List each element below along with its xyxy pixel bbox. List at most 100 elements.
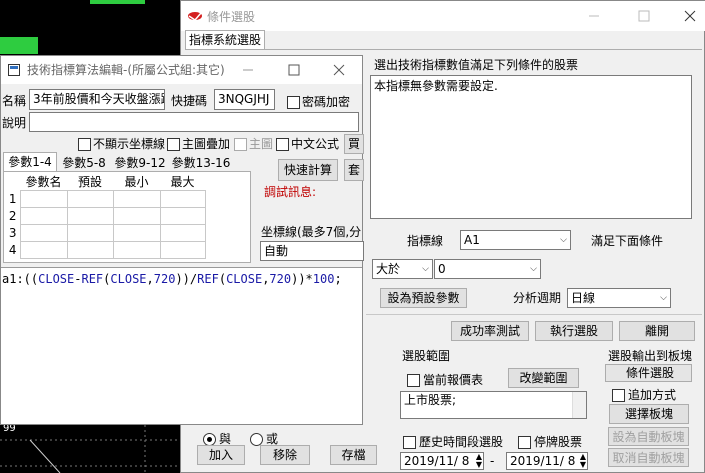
name-value: 3年前股價和今天收盤漲跌 (33, 92, 165, 106)
range-box: 上市股票; (400, 391, 587, 419)
date-to-picker[interactable]: 2019/11/ 8 ▲ ▼ (506, 452, 588, 470)
param-cell[interactable] (159, 207, 206, 225)
indicator-line-value: A1 (464, 233, 480, 247)
indicator-line-select[interactable]: A1 ⌵ (460, 230, 571, 250)
append-label: 追加方式 (628, 388, 677, 402)
execute-button[interactable]: 執行選股 (535, 321, 613, 341)
buy-button[interactable]: 買 (344, 134, 364, 154)
hide-axis-checkbox[interactable] (78, 138, 91, 151)
close-icon[interactable] (682, 8, 698, 24)
param-cell[interactable] (112, 224, 161, 242)
save-button[interactable]: 存檔 (330, 445, 377, 465)
change-range-button[interactable]: 改變範圍 (508, 368, 579, 388)
minimize-icon[interactable] (586, 8, 602, 24)
chevron-down-icon: ⌵ (422, 264, 429, 274)
param-cell[interactable] (19, 224, 68, 242)
date-from-picker[interactable]: 2019/11/ 8 ▲ ▼ (400, 452, 484, 470)
set-auto-board-button[interactable]: 設為自動板塊 (608, 427, 689, 446)
period-label: 分析週期 (513, 291, 562, 305)
param-cell[interactable] (112, 241, 161, 259)
set-default-button[interactable]: 設為預設參數 (380, 288, 467, 308)
history-checkbox[interactable] (403, 436, 416, 449)
chevron-down-icon: ⌵ (660, 293, 667, 303)
maximize-icon[interactable] (636, 8, 652, 24)
main-overlay-label: 主圖疊加 (182, 137, 231, 151)
desc-label: 說明 (2, 116, 27, 130)
maximize-icon[interactable] (286, 62, 302, 78)
remove-button[interactable]: 移除 (260, 445, 310, 465)
shortcut-value: 3NQGJHJ (218, 92, 270, 106)
row-number: 3 (8, 226, 17, 240)
scrollbar[interactable] (572, 392, 586, 418)
debug-label: 調試訊息: (264, 185, 317, 199)
close-icon[interactable] (331, 62, 347, 78)
main-chart-checkbox[interactable] (234, 138, 247, 151)
leave-button[interactable]: 離開 (619, 321, 695, 341)
password-checkbox[interactable] (287, 96, 300, 109)
tab-indicator-system[interactable]: 指標系統選股 (185, 30, 265, 50)
compare-number-select[interactable]: 0 ⌵ (434, 259, 541, 279)
chevron-down-icon: ⌵ (560, 235, 567, 245)
param-cell[interactable] (112, 207, 161, 225)
axis-input[interactable]: 自動 (260, 241, 364, 261)
tab-underline (185, 49, 702, 50)
param-cell[interactable] (19, 207, 68, 225)
compare-value: 大於 (376, 262, 401, 276)
period-select[interactable]: 日線 ⌵ (567, 288, 671, 308)
axis-value: 自動 (264, 244, 289, 258)
param-cell[interactable] (66, 241, 114, 259)
main-overlay-checkbox[interactable] (167, 138, 180, 151)
param-cell[interactable] (159, 190, 206, 208)
tab-params-1-4[interactable]: 參數1-4 (3, 152, 57, 172)
period-value: 日線 (571, 291, 596, 305)
param-table: 參數名 預設 最小 最大 1 2 3 4 (6, 173, 206, 259)
shortcut-label: 快捷碼 (171, 94, 208, 108)
param-cell[interactable] (159, 241, 206, 259)
row-number: 4 (8, 243, 17, 257)
chinese-formula-checkbox[interactable] (276, 138, 289, 151)
formula-window-title: 技術指標算法編輯-(所屬公式組:其它) (27, 63, 225, 77)
description-heading: 選出技術指標數值滿足下列條件的股票 (374, 58, 579, 72)
description-box: 本指標無參數需要設定. (370, 75, 692, 219)
tab-params-13-16[interactable]: 參數13-16 (169, 154, 233, 172)
success-test-button[interactable]: 成功率測試 (451, 321, 529, 341)
param-cell[interactable] (66, 207, 114, 225)
param-cell[interactable] (19, 241, 68, 259)
tab-params-9-12[interactable]: 參數9-12 (111, 154, 169, 172)
minimize-icon[interactable] (240, 62, 256, 78)
satisfy-label: 滿足下面條件 (591, 234, 664, 248)
param-cell[interactable] (66, 224, 114, 242)
suspended-label: 停牌股票 (534, 435, 583, 449)
row-number: 2 (8, 209, 17, 223)
param-cell[interactable] (112, 190, 161, 208)
cover-button[interactable]: 套 (344, 159, 364, 181)
spin-icon[interactable]: ▲ ▼ (580, 453, 586, 469)
tab-params-5-8[interactable]: 參數5-8 (57, 154, 111, 172)
desc-input[interactable] (29, 112, 359, 132)
select-board-button[interactable]: 選擇板塊 (609, 404, 689, 424)
radio-dot-icon (207, 437, 212, 442)
cancel-auto-board-button[interactable]: 取消自動板塊 (608, 448, 689, 467)
divider (366, 314, 702, 315)
current-quote-checkbox[interactable] (407, 374, 420, 387)
output-board-select[interactable]: 條件選股 (605, 364, 692, 382)
range-text: 上市股票; (404, 393, 457, 407)
param-cell[interactable] (19, 190, 68, 208)
suspended-checkbox[interactable] (518, 436, 531, 449)
compare-select[interactable]: 大於 ⌵ (372, 259, 433, 279)
param-panel: 參數名 預設 最小 最大 1 2 3 4 (3, 171, 251, 263)
output-value: 條件選股 (625, 366, 674, 380)
quick-calc-button[interactable]: 快速計算 (278, 159, 338, 181)
app-logo-icon (187, 10, 203, 21)
condition-titlebar: 條件選股 (181, 1, 705, 31)
window-app-icon (8, 64, 20, 76)
param-cell[interactable] (66, 190, 114, 208)
param-cell[interactable] (159, 224, 206, 242)
append-checkbox[interactable] (612, 389, 625, 402)
add-button[interactable]: 加入 (197, 445, 245, 465)
history-label: 歷史時間段選股 (419, 435, 504, 449)
code-editor[interactable]: a1:((CLOSE-REF(CLOSE,720))/REF(CLOSE,720… (1, 267, 362, 424)
name-input[interactable]: 3年前股價和今天收盤漲跌 (29, 89, 165, 110)
shortcut-input[interactable]: 3NQGJHJ (214, 89, 275, 110)
spin-icon[interactable]: ▲ ▼ (476, 453, 482, 469)
